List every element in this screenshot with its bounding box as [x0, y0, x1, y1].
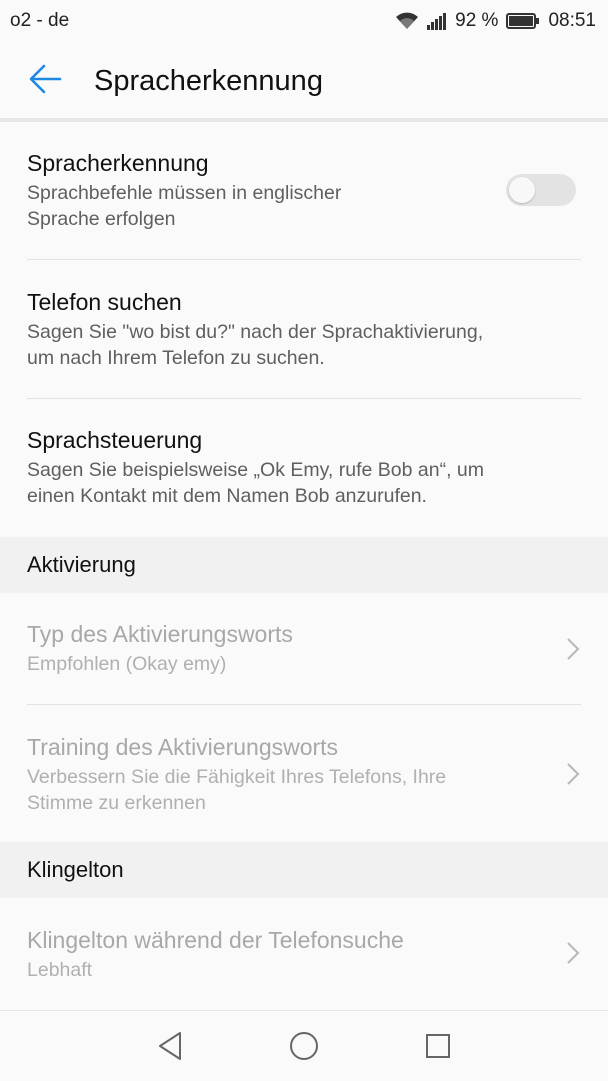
activation-section-header: Aktivierung [0, 537, 608, 593]
chevron-right-icon [567, 942, 580, 964]
voice-recognition-setting[interactable]: Spracherkennung Sprachbefehle müssen in … [0, 148, 608, 258]
find-phone-setting[interactable]: Telefon suchen Sagen Sie "wo bist du?" n… [0, 287, 608, 397]
divider [27, 704, 581, 705]
wake-word-type-title: Typ des Aktivierungsworts [27, 621, 293, 647]
home-circle-icon [290, 1032, 318, 1060]
app-bar: Spracherkennung [0, 42, 608, 120]
status-icons: 92 % 08:51 [395, 10, 596, 32]
search-ringtone-title: Klingelton während der Telefonsuche [27, 927, 404, 953]
find-phone-subtitle-line1: Sagen Sie "wo bist du?" nach der Spracha… [27, 321, 484, 343]
nav-back-button[interactable] [103, 1011, 237, 1081]
ringtone-header-label: Klingelton [27, 857, 124, 882]
toggle-knob [509, 177, 535, 203]
find-phone-subtitle: Sagen Sie "wo bist du?" nach der Spracha… [27, 319, 581, 371]
wake-word-training-subtitle: Verbessern Sie die Fähigkeit Ihres Telef… [27, 764, 581, 816]
back-arrow-icon [28, 64, 62, 99]
voice-control-subtitle: Sagen Sie beispielsweise „Ok Emy, rufe B… [27, 457, 581, 509]
activation-header-label: Aktivierung [27, 552, 136, 577]
wake-word-training-subtitle-line1: Verbessern Sie die Fähigkeit Ihres Telef… [27, 766, 447, 788]
chevron-right-icon [567, 763, 580, 785]
wake-word-type-setting[interactable]: Typ des Aktivierungsworts Empfohlen (Oka… [0, 619, 608, 704]
carrier-label: o2 - de [10, 10, 70, 31]
clock: 08:51 [548, 10, 596, 31]
nav-recents-button[interactable] [371, 1011, 505, 1081]
battery-percent: 92 % [455, 10, 499, 31]
voice-recognition-subtitle-line2: Sprache erfolgen [27, 208, 176, 230]
wake-word-training-subtitle-line2: Stimme zu erkennen [27, 792, 206, 814]
chevron-right-icon [567, 638, 580, 660]
status-bar: o2 - de 92 % 08:51 [0, 0, 608, 42]
nav-home-button[interactable] [237, 1011, 371, 1081]
search-ringtone-subtitle: Lebhaft [27, 959, 93, 981]
voice-control-title: Sprachsteuerung [27, 427, 203, 453]
divider [27, 398, 581, 399]
signal-icon [427, 12, 447, 30]
voice-control-subtitle-line2: einen Kontakt mit dem Namen Bob anzurufe… [27, 485, 427, 507]
wake-word-training-setting[interactable]: Training des Aktivierungsworts Verbesser… [0, 732, 608, 840]
app-bar-divider [0, 118, 608, 122]
find-phone-title: Telefon suchen [27, 289, 182, 315]
recents-square-icon [426, 1034, 450, 1058]
voice-recognition-toggle[interactable] [506, 174, 576, 206]
battery-icon [506, 13, 540, 29]
page-title: Spracherkennung [94, 64, 323, 97]
navigation-bar [0, 1010, 608, 1081]
wake-word-type-subtitle: Empfohlen (Okay emy) [27, 653, 227, 675]
search-ringtone-setting[interactable]: Klingelton während der Telefonsuche Lebh… [0, 925, 608, 1005]
voice-recognition-subtitle-line1: Sprachbefehle müssen in englischer [27, 182, 342, 204]
divider [27, 259, 581, 260]
back-triangle-icon [159, 1032, 181, 1060]
voice-recognition-subtitle: Sprachbefehle müssen in englischer Sprac… [27, 180, 581, 232]
voice-control-setting[interactable]: Sprachsteuerung Sagen Sie beispielsweise… [0, 425, 608, 535]
wifi-icon [395, 12, 419, 30]
back-button[interactable] [0, 42, 94, 120]
wake-word-training-title: Training des Aktivierungsworts [27, 734, 339, 760]
voice-control-subtitle-line1: Sagen Sie beispielsweise „Ok Emy, rufe B… [27, 459, 485, 481]
voice-recognition-title: Spracherkennung [27, 150, 209, 176]
find-phone-subtitle-line2: um nach Ihrem Telefon zu suchen. [27, 347, 325, 369]
ringtone-section-header: Klingelton [0, 842, 608, 898]
